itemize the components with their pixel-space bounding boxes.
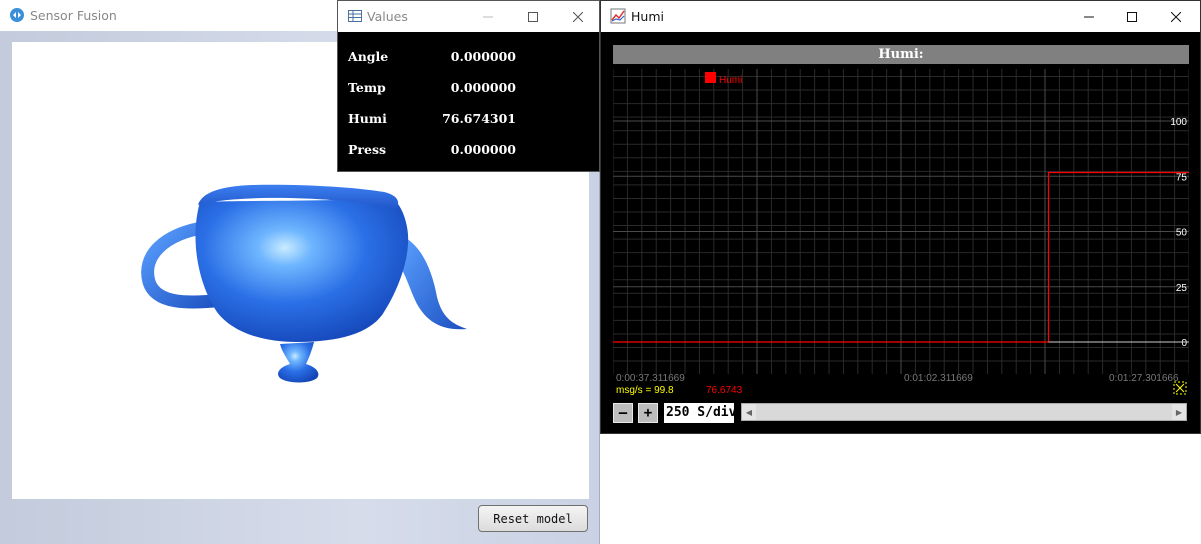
window-title: Humi [631, 9, 664, 24]
sensor-fusion-app-icon [9, 7, 25, 23]
value-label: Press [348, 142, 387, 157]
table-window-icon [347, 8, 363, 24]
current-value-readout: 76.6743 [706, 385, 743, 396]
minimize-button[interactable] [1066, 1, 1111, 32]
value-row-press: Press 0.000000 [348, 142, 598, 162]
zoom-out-button[interactable]: – [613, 403, 633, 423]
minimize-icon [482, 16, 493, 17]
chart-window-icon [610, 8, 626, 24]
humi-titlebar[interactable]: Humi [601, 1, 1200, 32]
legend-label: Humi [719, 75, 742, 86]
humi-plot-window: Humi Humi: 0 25 50 75 100 Humi 0:00:37.31166… [600, 0, 1201, 434]
close-icon [1170, 11, 1181, 22]
scroll-right-icon[interactable]: ▶ [1172, 404, 1186, 420]
value-label: Humi [348, 111, 387, 126]
window-title: Values [367, 9, 408, 24]
values-titlebar[interactable]: Values [338, 1, 599, 32]
y-tick-label: 50 [1176, 228, 1188, 239]
values-window: Values Angle 0.000000 Temp 0.000000 Humi… [337, 0, 600, 172]
legend-swatch [705, 72, 716, 83]
value-row-angle: Angle 0.000000 [348, 49, 598, 69]
x-time-label: 0:01:02.311669 [904, 373, 973, 384]
x-time-label: 0:01:27.301666 [1109, 373, 1179, 384]
value-row-temp: Temp 0.000000 [348, 80, 598, 100]
value-number: 76.674301 [442, 111, 516, 126]
y-tick-label: 75 [1176, 172, 1188, 183]
y-tick-label: 0 [1181, 338, 1187, 349]
minimize-icon [1083, 16, 1094, 17]
value-number: 0.000000 [450, 142, 516, 157]
close-icon [572, 11, 583, 22]
time-per-div-field[interactable]: 250 S/div [664, 403, 734, 423]
maximize-button[interactable] [510, 1, 555, 32]
value-number: 0.000000 [450, 80, 516, 95]
y-tick-label: 25 [1176, 283, 1188, 294]
value-label: Angle [348, 49, 389, 64]
maximize-button[interactable] [1109, 1, 1154, 32]
humi-chart[interactable]: 0 25 50 75 100 Humi 0:00:37.311669 0:01:02.31… [613, 69, 1189, 399]
zoom-in-button[interactable]: + [638, 403, 658, 423]
y-tick-label: 100 [1170, 117, 1187, 128]
close-button[interactable] [1153, 1, 1198, 32]
close-button[interactable] [555, 1, 600, 32]
maximize-icon [527, 11, 538, 22]
window-title: Sensor Fusion [30, 8, 117, 23]
value-label: Temp [348, 80, 386, 95]
scroll-left-icon[interactable]: ◀ [742, 404, 756, 420]
x-time-label: 0:00:37.311669 [616, 373, 685, 384]
rate-readout: msg/s = 99.8 [616, 385, 674, 396]
value-row-humi: Humi 76.674301 [348, 111, 598, 131]
reset-model-button[interactable]: Reset model [478, 505, 588, 532]
plot-title: Humi: [613, 45, 1189, 64]
maximize-icon [1126, 11, 1137, 22]
chart-legend: Humi [705, 72, 742, 86]
time-scrollbar[interactable]: ◀ ▶ [741, 403, 1187, 421]
value-number: 0.000000 [450, 49, 516, 64]
minimize-button[interactable] [465, 1, 510, 32]
